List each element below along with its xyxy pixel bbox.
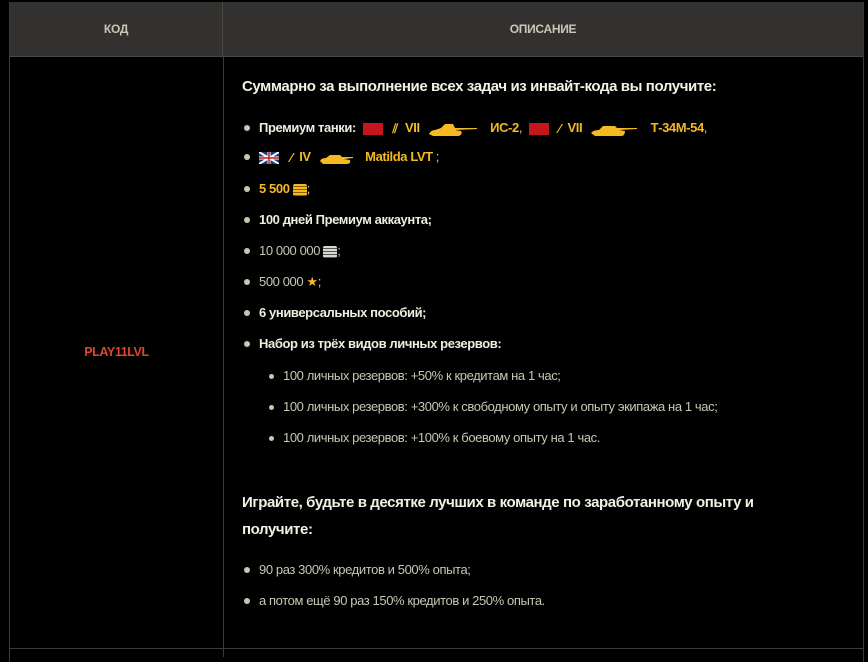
column-divider bbox=[223, 57, 224, 657]
rewards-heading: Суммарно за выполнение всех задач из инв… bbox=[242, 78, 717, 95]
separator: ; bbox=[337, 243, 341, 258]
tank-silhouette-icon bbox=[591, 125, 638, 136]
gold-coins-icon bbox=[292, 183, 307, 196]
tank-name[interactable]: Т-34М-54 bbox=[651, 120, 705, 135]
medium-tank-class-icon: ⁄ bbox=[290, 149, 292, 165]
reserve-item: 100 личных резервов: +50% к кредитам на … bbox=[269, 368, 561, 383]
free-xp-star-icon: ★ bbox=[306, 274, 318, 289]
list-item-premium: 100 дней Премиум аккаунта; bbox=[244, 212, 432, 227]
row-divider bbox=[10, 648, 863, 649]
list-item-manuals: 6 универсальных пособий; bbox=[243, 305, 427, 320]
ussr-flag-icon bbox=[529, 122, 550, 135]
tanks-label: Премиум танки: bbox=[259, 120, 356, 135]
gold-amount: 5 500 bbox=[259, 181, 290, 196]
invite-code[interactable]: PLAY11LVL bbox=[10, 345, 223, 359]
separator: ; bbox=[435, 149, 440, 164]
list-item-tanks-cont: ⁄ IV Matilda LVT; bbox=[244, 148, 440, 167]
tank-tier: IV bbox=[299, 149, 311, 164]
list-item-gold: 5 500 ; bbox=[244, 180, 311, 198]
top-ten-heading: Играйте, будьте в десятке лучших в коман… bbox=[242, 494, 754, 511]
ussr-flag-icon bbox=[363, 122, 384, 135]
tank-name[interactable]: ИС-2 bbox=[490, 120, 519, 135]
credits-coins-icon bbox=[323, 245, 338, 258]
reserve-item: 100 личных резервов: +300% к свободному … bbox=[268, 399, 718, 414]
uk-flag-icon bbox=[259, 151, 279, 164]
separator: , bbox=[518, 120, 523, 135]
tank-silhouette-icon bbox=[319, 154, 353, 164]
list-item-tanks: Премиум танки: ⫽ VII ИС-2, ⁄ VII Т-34М-5… bbox=[244, 119, 708, 138]
header-description: ОПИСАНИЕ bbox=[509, 22, 577, 36]
tank-tier: VII bbox=[567, 120, 583, 135]
credits-amount: 10 000 000 bbox=[259, 243, 321, 258]
list-item-reserves: Набор из трёх видов личных резервов: bbox=[243, 336, 502, 351]
heavy-tank-class-icon: ⫽ bbox=[392, 120, 398, 136]
reserve-item: 100 личных резервов: +100% к боевому опы… bbox=[269, 430, 600, 445]
header-code: КОД bbox=[10, 2, 223, 57]
separator: ; bbox=[306, 181, 311, 196]
list-item-credits: 10 000 000 ; bbox=[244, 242, 341, 260]
bonus-item: 90 раз 300% кредитов и 500% опыта; bbox=[243, 562, 471, 577]
top-ten-heading-cont: получите: bbox=[242, 521, 313, 538]
tank-tier: VII bbox=[404, 120, 420, 135]
list-item-free-xp: 500 000 ★; bbox=[244, 273, 322, 291]
table-header: КОД ОПИСАНИЕ bbox=[10, 2, 863, 57]
bonus-item: а потом ещё 90 раз 150% кредитов и 250% … bbox=[244, 593, 545, 608]
separator: ; bbox=[317, 274, 322, 289]
medium-tank-class-icon: ⁄ bbox=[558, 120, 561, 136]
tank-name[interactable]: Matilda LVT bbox=[365, 149, 433, 164]
tank-silhouette-icon bbox=[428, 123, 477, 136]
free-xp-amount: 500 000 bbox=[259, 274, 304, 289]
separator: , bbox=[703, 120, 708, 135]
